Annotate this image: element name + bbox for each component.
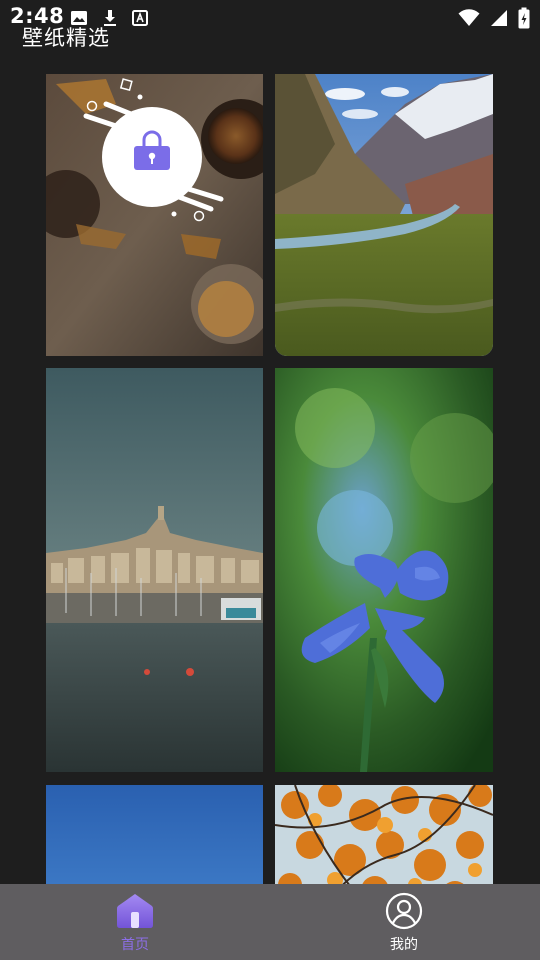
wallpaper-tile[interactable]: [275, 368, 493, 772]
a-box-icon: [132, 10, 148, 26]
nav-mine-label: 我的: [390, 937, 418, 953]
wallpaper-image-tea: [46, 74, 263, 356]
signal-icon: [491, 10, 507, 26]
wifi-icon: [458, 9, 480, 26]
battery-icon: [518, 7, 530, 29]
nav-home[interactable]: 首页: [95, 892, 175, 954]
page-title: 壁纸精选: [22, 26, 110, 50]
nav-home-label: 首页: [121, 937, 149, 953]
app-screen: 2:48 壁纸精选 首页 我的: [0, 0, 540, 960]
home-icon: [117, 894, 153, 928]
bottom-nav: 首页 我的: [0, 884, 540, 960]
wallpaper-image-mountain: [275, 74, 493, 356]
wallpaper-image-harbor: [46, 368, 263, 772]
system-icons: [458, 7, 530, 29]
wallpaper-tile[interactable]: [275, 74, 493, 356]
wallpaper-tile[interactable]: [46, 368, 263, 772]
wallpaper-image-iris: [275, 368, 493, 772]
wallpaper-tile[interactable]: [46, 74, 263, 356]
nav-mine[interactable]: 我的: [364, 892, 444, 954]
user-icon: [385, 892, 423, 930]
